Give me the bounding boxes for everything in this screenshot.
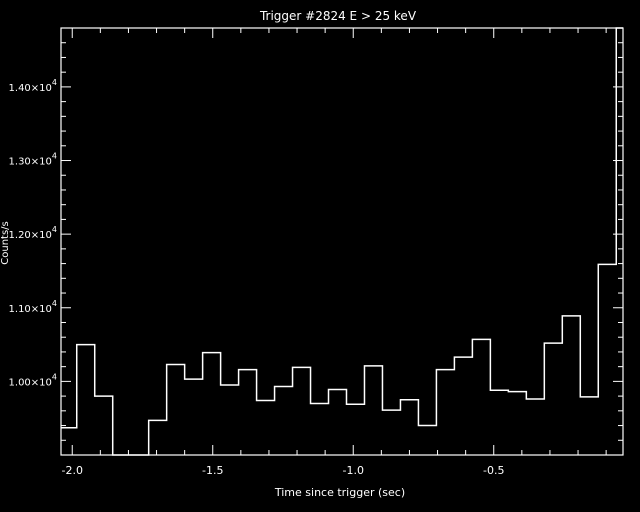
x-tick-label: -1.5 xyxy=(202,464,223,477)
y-tick-label: 1.00×104 xyxy=(9,372,57,388)
y-axis-label: Counts/s xyxy=(0,221,11,265)
y-tick-label: 1.20×104 xyxy=(9,225,57,241)
x-tick-label: -1.0 xyxy=(343,464,364,477)
y-tick-marks xyxy=(61,27,623,441)
y-tick-labels: 1.00×104 1.10×104 1.20×104 1.30×104 1.40×104 xyxy=(9,78,57,388)
y-tick-label: 1.40×104 xyxy=(9,78,57,94)
y-tick-label: 1.30×104 xyxy=(9,152,57,168)
plot-frame xyxy=(60,27,624,456)
x-tick-label: -0.5 xyxy=(483,464,504,477)
chart: Trigger #2824 E > 25 keV 1.00×104 1.10×10… xyxy=(0,9,624,499)
x-tick-labels: -2.0 -1.5 -1.0 -0.5 xyxy=(62,464,505,477)
x-axis-label: Time since trigger (sec) xyxy=(274,486,405,499)
x-tick-label: -2.0 xyxy=(62,464,83,477)
chart-title: Trigger #2824 E > 25 keV xyxy=(259,9,417,23)
count-rate-histogram xyxy=(61,27,623,456)
y-tick-label: 1.10×104 xyxy=(9,299,57,315)
